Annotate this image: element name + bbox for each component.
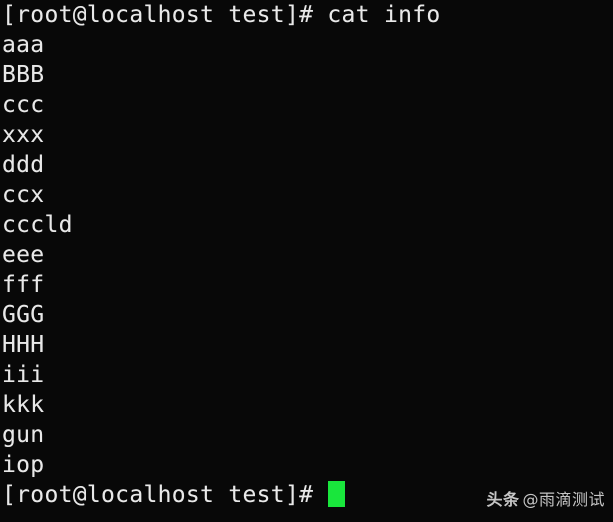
output-line: ccc <box>2 92 45 118</box>
output-line: cccld <box>2 212 73 238</box>
watermark-handle: @雨滴测试 <box>522 490 605 509</box>
output-line: iop <box>2 452 45 478</box>
output-line: eee <box>2 242 45 268</box>
terminal-screen[interactable]: [root@localhost test]# cat info aaa BBB … <box>0 0 613 522</box>
output-line: ddd <box>2 152 45 178</box>
output-line: BBB <box>2 62 45 88</box>
terminal-window[interactable]: [root@localhost test]# cat info aaa BBB … <box>0 0 613 522</box>
output-line: HHH <box>2 332 45 358</box>
output-line: GGG <box>2 302 45 328</box>
block-cursor-icon <box>328 481 346 507</box>
output-line: ccx <box>2 182 45 208</box>
output-line: iii <box>2 362 45 388</box>
output-line: aaa <box>2 32 45 58</box>
command-line: [root@localhost test]# cat info <box>2 2 441 28</box>
watermark-brand: 头条 <box>486 490 520 509</box>
prompt-text: [root@localhost test]# <box>2 482 328 508</box>
output-line: kkk <box>2 392 45 418</box>
output-line: xxx <box>2 122 45 148</box>
watermark: 头条 @雨滴测试 <box>486 486 605 510</box>
output-line: gun <box>2 422 45 448</box>
output-line: fff <box>2 272 45 298</box>
